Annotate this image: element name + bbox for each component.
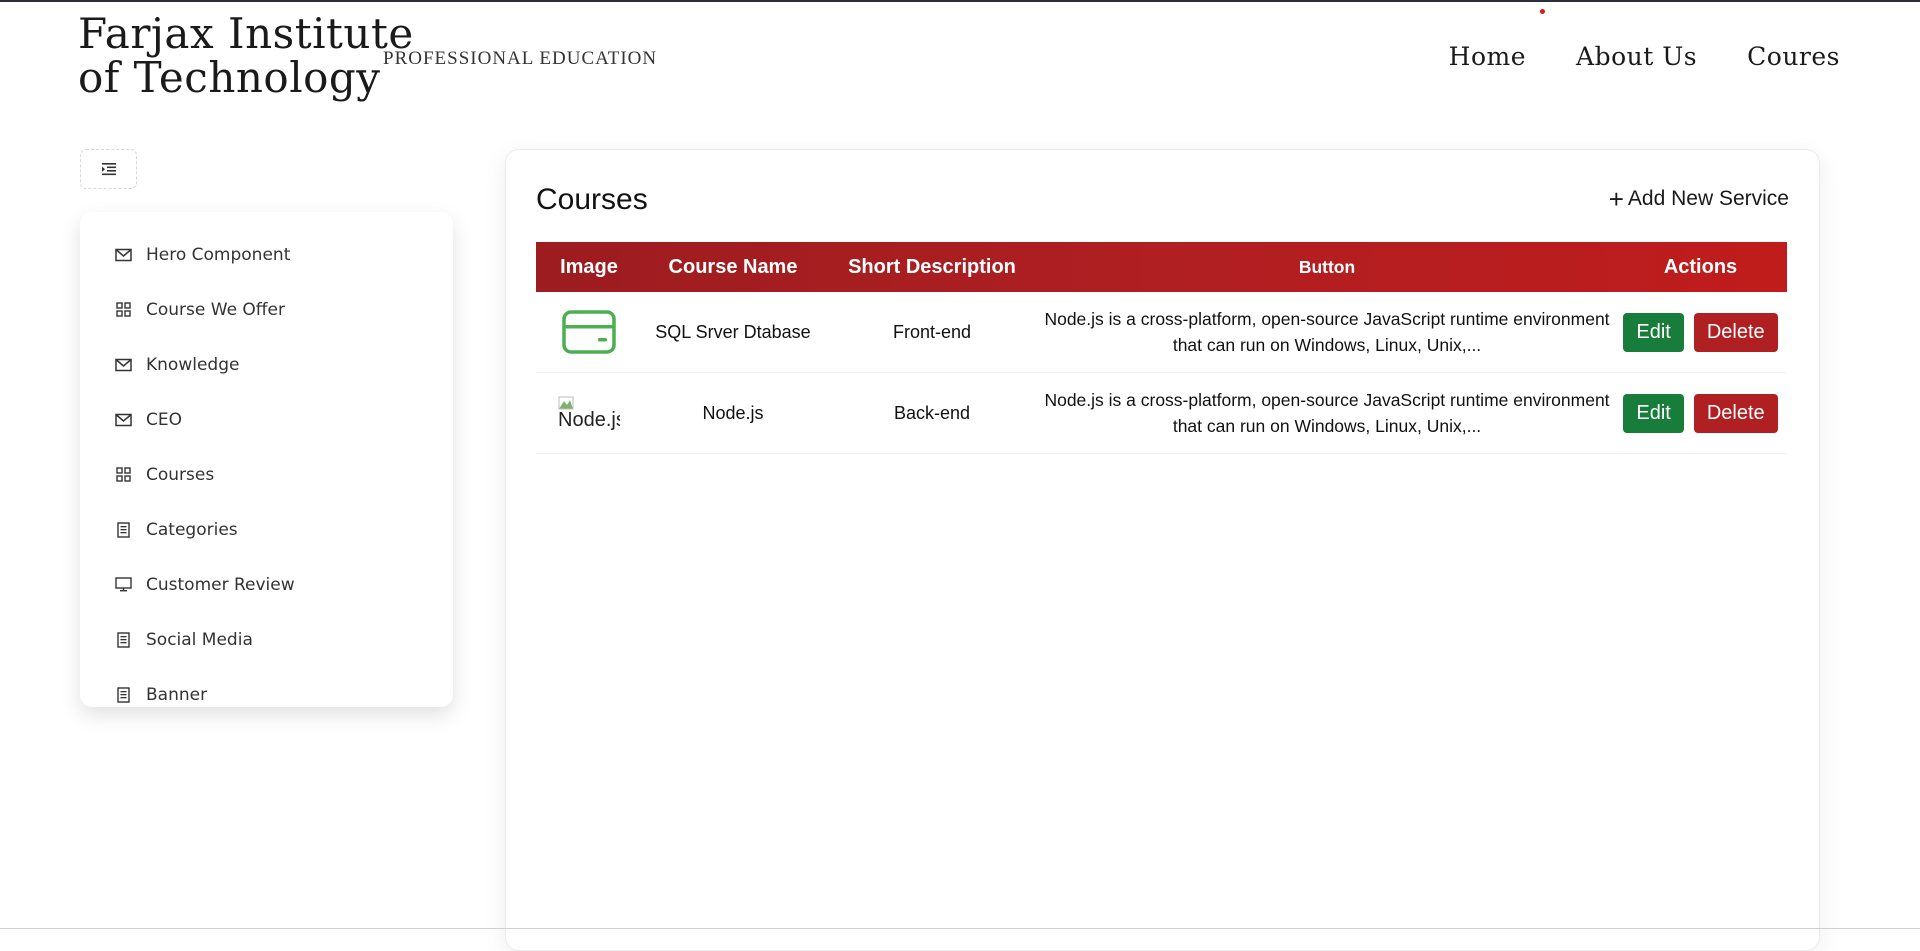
nav-courses[interactable]: Coures [1747,42,1840,71]
credit-card-icon [562,310,616,354]
top-nav: Home About Us Coures [1449,42,1840,71]
column-header-button: Button [1298,257,1356,277]
edit-button[interactable]: Edit [1623,393,1684,433]
sidebar-item-ceo[interactable]: CEO [80,392,453,447]
mail-icon [114,356,132,374]
grid-icon [114,301,132,319]
document-icon [114,521,132,539]
sidebar-item-label: CEO [146,409,182,430]
sidebar-item-label: Banner [146,684,208,705]
delete-button[interactable]: Delete [1693,393,1778,433]
image-alt-text: Node.js [558,409,620,430]
mail-icon [114,411,132,429]
column-header-actions: Actions [1663,255,1738,278]
table-header: Image Course Name Short Description Butt… [536,242,1787,292]
sidebar-item-label: Hero Component [146,244,291,265]
course-image: Node.js [536,396,642,430]
nav-home[interactable]: Home [1449,42,1526,71]
document-icon [114,631,132,649]
course-name: Node.js [702,402,764,423]
indicator-dot [1540,9,1545,14]
button-text: Node.js is a cross-platform, open-source… [1044,309,1610,355]
document-icon [114,686,132,704]
broken-image-icon [558,396,574,410]
table-row: Node.js Node.js Back-end Node.js is a cr… [536,373,1787,454]
sidebar-item-knowledge[interactable]: Knowledge [80,337,453,392]
sidebar-item-hero-component[interactable]: Hero Component [80,227,453,282]
row-actions: Edit Delete [1614,312,1787,352]
indent-menu-icon [101,163,116,176]
add-new-service-label: Add New Service [1627,187,1789,210]
short-description: Front-end [892,321,972,342]
sidebar-item-courses[interactable]: Courses [80,447,453,502]
course-image [536,310,642,354]
sidebar-item-label: Categories [146,519,238,540]
sidebar-item-course-we-offer[interactable]: Course We Offer [80,282,453,337]
courses-card: Courses + Add New Service Image Course N… [505,149,1820,951]
sidebar: Hero Component Course We Offer Knowledge… [80,212,453,707]
column-header-image: Image [560,255,618,278]
table-row: SQL Srver Dtabase Front-end Node.js is a… [536,292,1787,373]
plus-icon: + [1608,184,1624,214]
course-name: SQL Srver Dtabase [655,321,811,342]
sidebar-item-social-media[interactable]: Social Media [80,612,453,667]
courses-table: Image Course Name Short Description Butt… [536,242,1787,454]
monitor-icon [114,576,132,594]
edit-button[interactable]: Edit [1623,312,1684,352]
nav-about-us[interactable]: About Us [1576,42,1697,71]
delete-button[interactable]: Delete [1693,312,1778,352]
sidebar-item-customer-review[interactable]: Customer Review [80,557,453,612]
column-header-course-name: Course Name [668,255,798,278]
sidebar-toggle-button[interactable] [80,149,137,189]
sidebar-item-label: Social Media [146,629,253,650]
broken-image: Node.js [558,396,620,430]
row-actions: Edit Delete [1614,393,1787,433]
top-border [0,0,1920,2]
sidebar-item-label: Knowledge [146,354,240,375]
sidebar-item-banner[interactable]: Banner [80,667,453,722]
button-text: Node.js is a cross-platform, open-source… [1044,390,1610,436]
grid-icon [114,466,132,484]
brand-line-2: of Technology [78,53,381,102]
sidebar-item-categories[interactable]: Categories [80,502,453,557]
sidebar-item-label: Courses [146,464,215,485]
tagline: PROFESSIONAL EDUCATION [383,48,658,69]
brand-line-1: Farjax Institute [78,9,414,58]
column-header-short-description: Short Description [848,255,1016,278]
sidebar-item-label: Course We Offer [146,299,285,320]
bottom-border [0,928,1920,929]
brand-logo-text[interactable]: Farjax Institute of Technology [78,12,414,100]
sidebar-item-label: Customer Review [146,574,295,595]
page-title: Courses [536,183,648,216]
mail-icon [114,246,132,264]
add-new-service-button[interactable]: + Add New Service [1608,184,1789,214]
short-description: Back-end [893,402,971,423]
